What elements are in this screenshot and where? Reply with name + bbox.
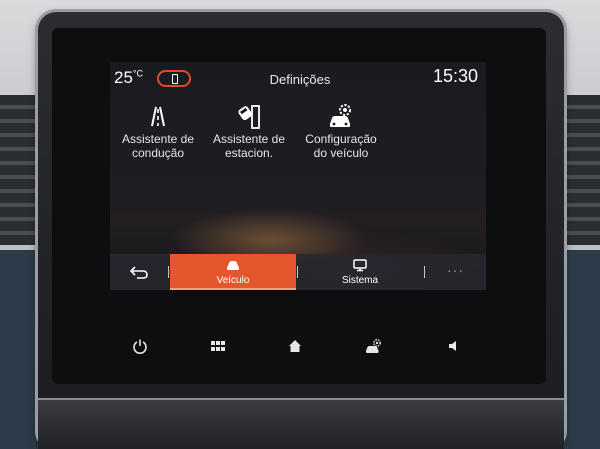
left-dash-panel <box>0 250 40 449</box>
menu-item-label: Assistente de condução <box>121 132 195 160</box>
phone-icon <box>172 74 178 84</box>
tab-icon-wrap <box>298 258 422 274</box>
tab-vehicle[interactable]: Veículo <box>170 254 296 290</box>
menu-item-parking-assistant[interactable]: Assistente de estacion. <box>204 100 294 160</box>
temperature-value: 25 <box>114 68 133 87</box>
left-air-vent <box>0 95 40 245</box>
vehicle-settings-button[interactable] <box>362 334 386 358</box>
menu-item-label: Configuração do veículo <box>305 132 377 160</box>
car-dashboard-scene: 25°C Definições 15:30 Assistente de cond… <box>0 0 600 449</box>
power-button[interactable] <box>128 334 152 358</box>
menu-item-vehicle-configuration[interactable]: Configuração do veículo <box>296 100 386 160</box>
parking-assist-icon <box>238 105 260 129</box>
volume-icon <box>449 341 456 351</box>
separator <box>424 266 425 278</box>
apps-button[interactable] <box>206 334 230 358</box>
infotainment-display: 25°C Definições 15:30 Assistente de cond… <box>110 62 486 290</box>
right-air-vent <box>560 95 600 245</box>
power-icon <box>133 339 147 354</box>
bottom-navigation-bar: Veículo Sistema ··· <box>110 254 486 290</box>
right-dash-panel <box>560 250 600 449</box>
menu-item-driving-assistant[interactable]: Assistente de condução <box>113 100 203 160</box>
volume-button[interactable] <box>442 334 466 358</box>
grid-menu-icon <box>211 341 225 351</box>
more-options-button[interactable]: ··· <box>447 262 464 278</box>
outside-temperature: 25°C <box>114 68 143 88</box>
tab-label: Sistema <box>341 275 379 286</box>
monitor-icon <box>353 259 367 272</box>
page-title: Definições <box>269 72 331 87</box>
car-settings-icon <box>330 104 351 127</box>
separator <box>168 266 169 278</box>
menu-item-label: Assistente de estacion. <box>212 132 286 160</box>
back-button[interactable] <box>124 260 154 284</box>
tab-icon-wrap <box>170 258 296 274</box>
lower-dashboard-trim <box>38 398 564 449</box>
phone-status-badge[interactable] <box>157 70 191 87</box>
temperature-unit: °C <box>132 68 144 79</box>
back-arrow-icon <box>129 266 148 279</box>
hardware-button-row <box>52 320 546 370</box>
clock: 15:30 <box>432 66 478 86</box>
tab-label: Veículo <box>216 275 250 286</box>
car-icon <box>227 261 239 270</box>
home-icon <box>289 340 301 352</box>
tab-system[interactable]: Sistema <box>298 254 422 290</box>
home-button[interactable] <box>283 334 307 358</box>
car-settings-icon <box>366 339 381 353</box>
status-bar: 25°C Definições 15:30 <box>110 62 486 94</box>
lane-assist-icon <box>151 106 165 127</box>
